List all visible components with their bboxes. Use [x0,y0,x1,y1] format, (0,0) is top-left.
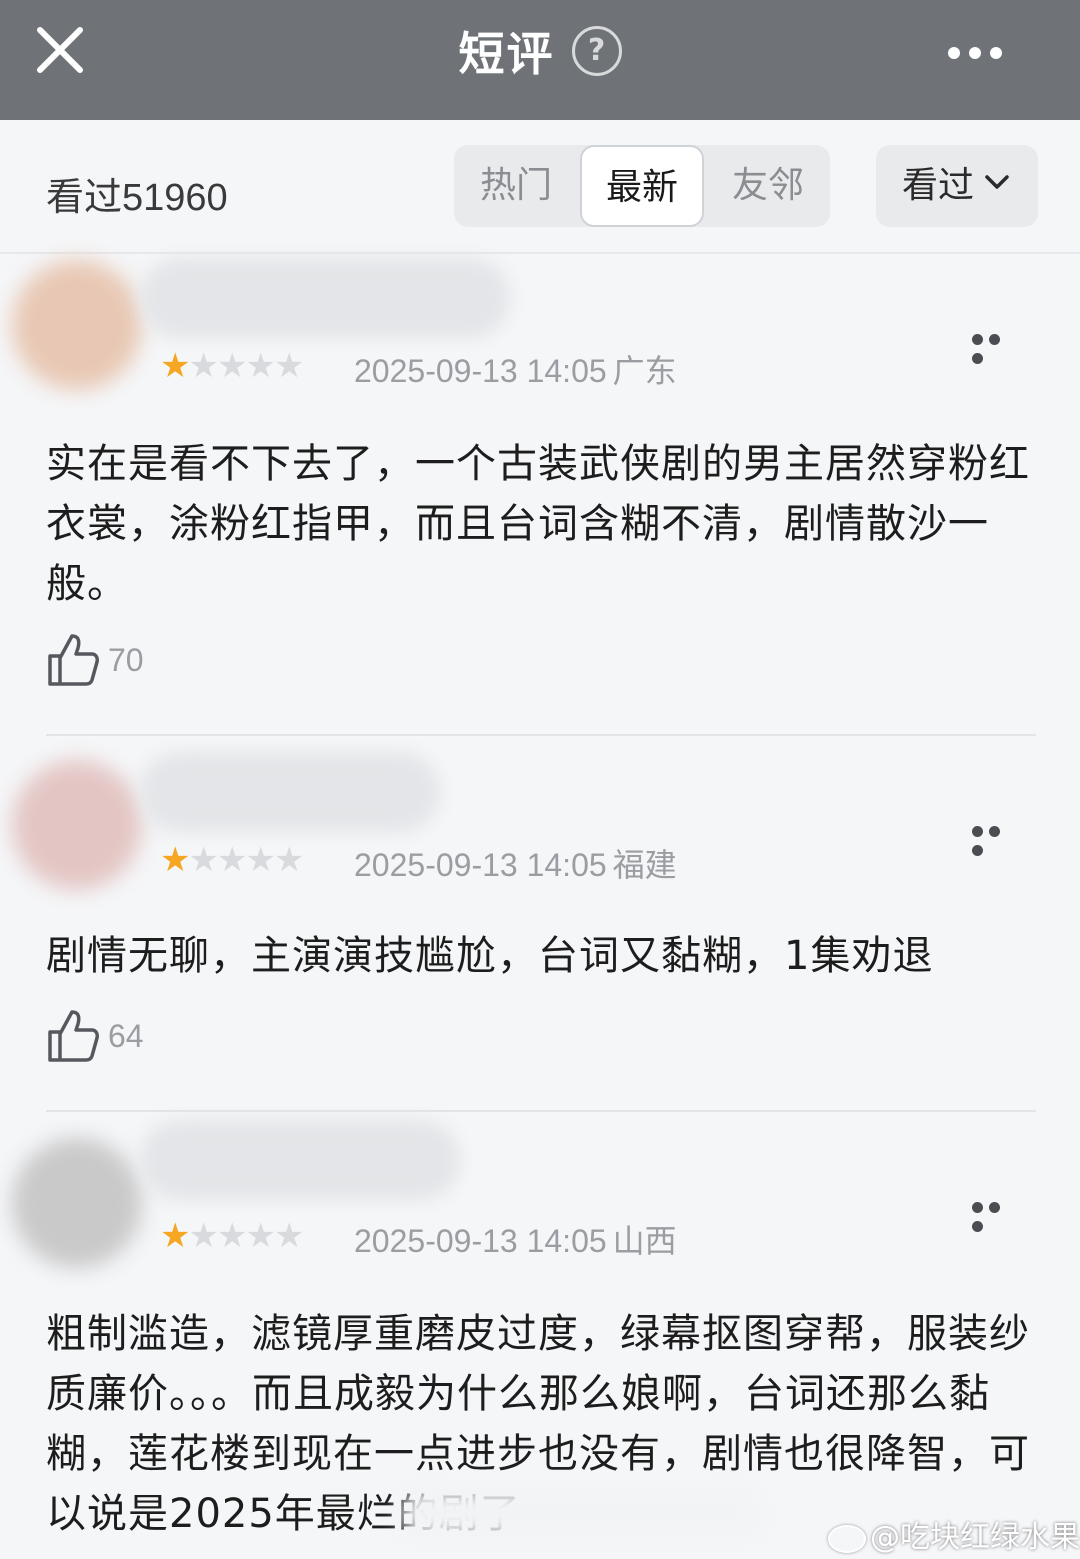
comment-meta: 2025-09-13 14:05 广东 [354,346,677,392]
comment-more-icon[interactable] [972,1198,1022,1232]
more-options-icon[interactable] [948,44,1018,60]
like-button[interactable]: 64 [46,1008,186,1064]
comment-text: 实在是看不下去了，一个古装武侠剧的男主居然穿粉红衣裳，涂粉红指甲，而且台词含糊不… [46,441,1030,607]
seen-filter-dropdown[interactable]: 看过 [876,145,1038,227]
comment-meta: 2025-09-13 14:05 山西 [354,1216,677,1262]
star-empty-icon: ★ [216,840,248,880]
star-empty-icon: ★ [188,840,219,880]
rating-stars: ★★★★★ [160,1218,340,1254]
star-filled-icon: ★ [160,1216,191,1256]
like-button[interactable]: 70 [46,632,186,688]
star-empty-icon: ★ [273,346,305,386]
comment-location: 福建 [612,846,677,884]
star-empty-icon: ★ [188,1216,219,1256]
comment-location: 山西 [612,1222,677,1260]
tab-hot[interactable]: 热门 [454,145,578,227]
weibo-icon [828,1524,866,1553]
tab-latest[interactable]: 最新 [580,145,704,227]
like-count: 64 [108,1018,144,1054]
watermark-text: @吃块红绿水果 [870,1520,1080,1555]
avatar[interactable] [12,1138,142,1268]
comment-datetime: 2025-09-13 14:05 [354,847,607,883]
chevron-down-icon [985,175,1009,189]
avatar[interactable] [12,760,142,890]
tab-friends[interactable]: 友邻 [706,145,830,227]
comment-location: 广东 [612,352,677,390]
seen-count-value: 51960 [122,177,228,219]
star-empty-icon: ★ [273,1216,305,1256]
page-title: 短评 [458,27,555,81]
seen-filter-label: 看过 [902,165,975,206]
comment-item: ★★★★★ 2025-09-13 14:05 广东 实在是看不下去了，一个古装武侠… [0,254,1080,734]
star-filled-icon: ★ [160,346,191,386]
rating-stars: ★★★★★ [160,842,340,878]
thumbs-up-icon [48,634,99,686]
star-empty-icon: ★ [245,346,276,386]
seen-count: 看过51960 [46,166,228,221]
comment-more-icon[interactable] [972,330,1022,364]
star-empty-icon: ★ [216,1216,248,1256]
comment-text: 剧情无聊，主演演技尴尬，台词又黏糊，1集劝退 [46,933,934,979]
star-empty-icon: ★ [216,346,248,386]
help-icon[interactable]: ? [571,26,622,76]
star-empty-icon: ★ [245,840,276,880]
seen-label: 看过 [46,175,123,219]
username-blurred [140,258,510,338]
star-empty-icon: ★ [245,1216,276,1256]
star-empty-icon: ★ [273,840,305,880]
sort-tabs: 热门 最新 友邻 [454,145,830,227]
comment-datetime: 2025-09-13 14:05 [354,1223,607,1259]
star-filled-icon: ★ [160,840,191,880]
blurred-region [400,1488,760,1538]
watermark: @吃块红绿水果 [828,1512,1080,1556]
username-blurred [140,1120,460,1200]
comment-item: ★★★★★ 2025-09-13 14:05 福建 剧情无聊，主演演技尴尬，台词又… [0,736,1080,1110]
top-bar: 短评 ? [0,0,1080,120]
avatar[interactable] [12,260,142,390]
rating-stars: ★★★★★ [160,348,340,384]
star-empty-icon: ★ [188,346,219,386]
comment-datetime: 2025-09-13 14:05 [354,353,607,389]
thumbs-up-icon [48,1010,99,1062]
title-area: 短评 ? [0,18,1080,84]
comment-more-icon[interactable] [972,822,1022,856]
username-blurred [140,752,440,832]
filter-bar: 看过51960 热门 最新 友邻 看过 [0,120,1080,254]
like-count: 70 [108,642,144,678]
comment-meta: 2025-09-13 14:05 福建 [354,840,677,886]
